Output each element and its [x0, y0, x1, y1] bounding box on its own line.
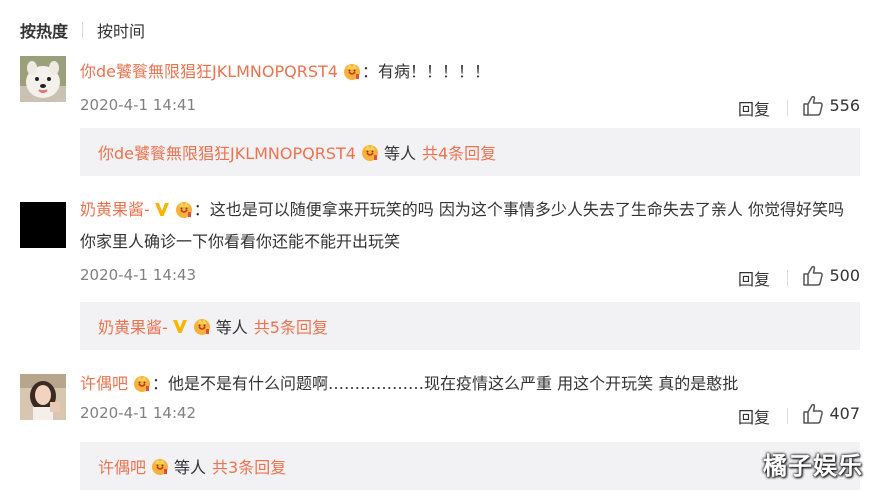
thumbs-up-icon[interactable] [802, 403, 824, 425]
comment-meta: 2020-4-1 14:41 回复 556 [80, 92, 860, 120]
comment-body: 许偶吧 ：他是不是有什么问题啊………………现在疫情这么严重 用这个开玩笑 真的是憨… [80, 368, 860, 428]
verified-v-icon [154, 196, 170, 216]
reply-etc-text: 等人 [215, 318, 248, 337]
reply-username-link[interactable]: 许偶吧 [98, 454, 146, 478]
fan-badge-icon [342, 60, 362, 80]
colon: ： [193, 200, 210, 219]
avatar[interactable] [20, 202, 66, 248]
reply-count-link[interactable]: 共4条回复 [422, 140, 496, 164]
comment-meta: 2020-4-1 14:43 回复 500 [80, 262, 860, 290]
reply-button[interactable]: 回复 [738, 266, 770, 290]
sort-by-hot-tab[interactable]: 按热度 [20, 18, 68, 42]
fan-badge-icon [132, 372, 152, 392]
comment-text-line: 奶黄果酱- ：这也是可以随便拿来开玩笑的吗 因为这个事情多少人失去了生命失去了亲人… [80, 194, 860, 258]
comment-body: 你de饕餮無限猖狂JKLMNOPQRST4 ：有病！！！！！ 2020-4-1 1… [80, 56, 860, 120]
comment-time: 2020-4-1 14:41 [80, 96, 197, 114]
like-count: 556 [829, 96, 860, 115]
comment-body: 奶黄果酱- ：这也是可以随便拿来开玩笑的吗 因为这个事情多少人失去了生命失去了亲人… [80, 194, 860, 290]
reply-count-link[interactable]: 共3条回复 [212, 454, 286, 478]
divider [82, 22, 84, 38]
comment-content: 有病！！！！！ [377, 62, 490, 81]
fan-badge-icon [360, 142, 380, 162]
reply-preview[interactable]: 奶黄果酱- 等人 共5条回复 [80, 302, 860, 350]
divider [787, 408, 788, 424]
colon: ： [361, 62, 378, 81]
reply-etc-text: 等人 [174, 458, 207, 477]
comment-item: 你de饕餮無限猖狂JKLMNOPQRST4 ：有病！！！！！ 2020-4-1 1… [20, 56, 860, 119]
reply-count-link[interactable]: 共5条回复 [254, 314, 328, 338]
sort-by-time-tab[interactable]: 按时间 [97, 18, 145, 42]
like-count: 407 [829, 404, 860, 423]
reply-preview[interactable]: 你de饕餮無限猖狂JKLMNOPQRST4 等人 共4条回复 [80, 128, 860, 176]
reply-button[interactable]: 回复 [738, 404, 770, 428]
fan-badge-icon [150, 456, 170, 476]
username-link[interactable]: 奶黄果酱- [80, 200, 150, 219]
avatar[interactable] [20, 374, 66, 420]
comment-time: 2020-4-1 14:42 [80, 404, 197, 422]
reply-username-link[interactable]: 你de饕餮無限猖狂JKLMNOPQRST4 [98, 140, 356, 164]
avatar[interactable] [20, 56, 66, 102]
colon: ： [152, 374, 169, 393]
reply-etc-text: 等人 [383, 144, 416, 163]
thumbs-up-icon[interactable] [802, 95, 824, 117]
comment-time: 2020-4-1 14:43 [80, 266, 197, 284]
fan-badge-icon [192, 316, 212, 336]
reply-button[interactable]: 回复 [738, 96, 770, 120]
comment-text-line: 许偶吧 ：他是不是有什么问题啊………………现在疫情这么严重 用这个开玩笑 真的是憨… [80, 368, 860, 400]
divider [787, 270, 788, 286]
divider [787, 100, 788, 116]
like-count: 500 [829, 266, 860, 285]
reply-username-link[interactable]: 奶黄果酱- [98, 314, 168, 338]
sort-bar: 按热度 按时间 [20, 18, 145, 42]
comment-meta: 2020-4-1 14:42 回复 407 [80, 400, 860, 428]
comment-content: 他是不是有什么问题啊………………现在疫情这么严重 用这个开玩笑 真的是憨批 [168, 374, 739, 393]
comment-item: 许偶吧 ：他是不是有什么问题啊………………现在疫情这么严重 用这个开玩笑 真的是憨… [20, 368, 860, 428]
username-link[interactable]: 你de饕餮無限猖狂JKLMNOPQRST4 [80, 62, 338, 81]
thumbs-up-icon[interactable] [802, 265, 824, 287]
comment-item: 奶黄果酱- ：这也是可以随便拿来开玩笑的吗 因为这个事情多少人失去了生命失去了亲人… [20, 194, 860, 294]
comment-text-line: 你de饕餮無限猖狂JKLMNOPQRST4 ：有病！！！！！ [80, 56, 860, 88]
reply-preview[interactable]: 许偶吧 等人 共3条回复 [80, 442, 860, 490]
fan-badge-icon [174, 198, 194, 218]
watermark: 橘子娱乐 [763, 452, 863, 480]
username-link[interactable]: 许偶吧 [80, 374, 128, 393]
verified-v-icon [172, 318, 188, 334]
